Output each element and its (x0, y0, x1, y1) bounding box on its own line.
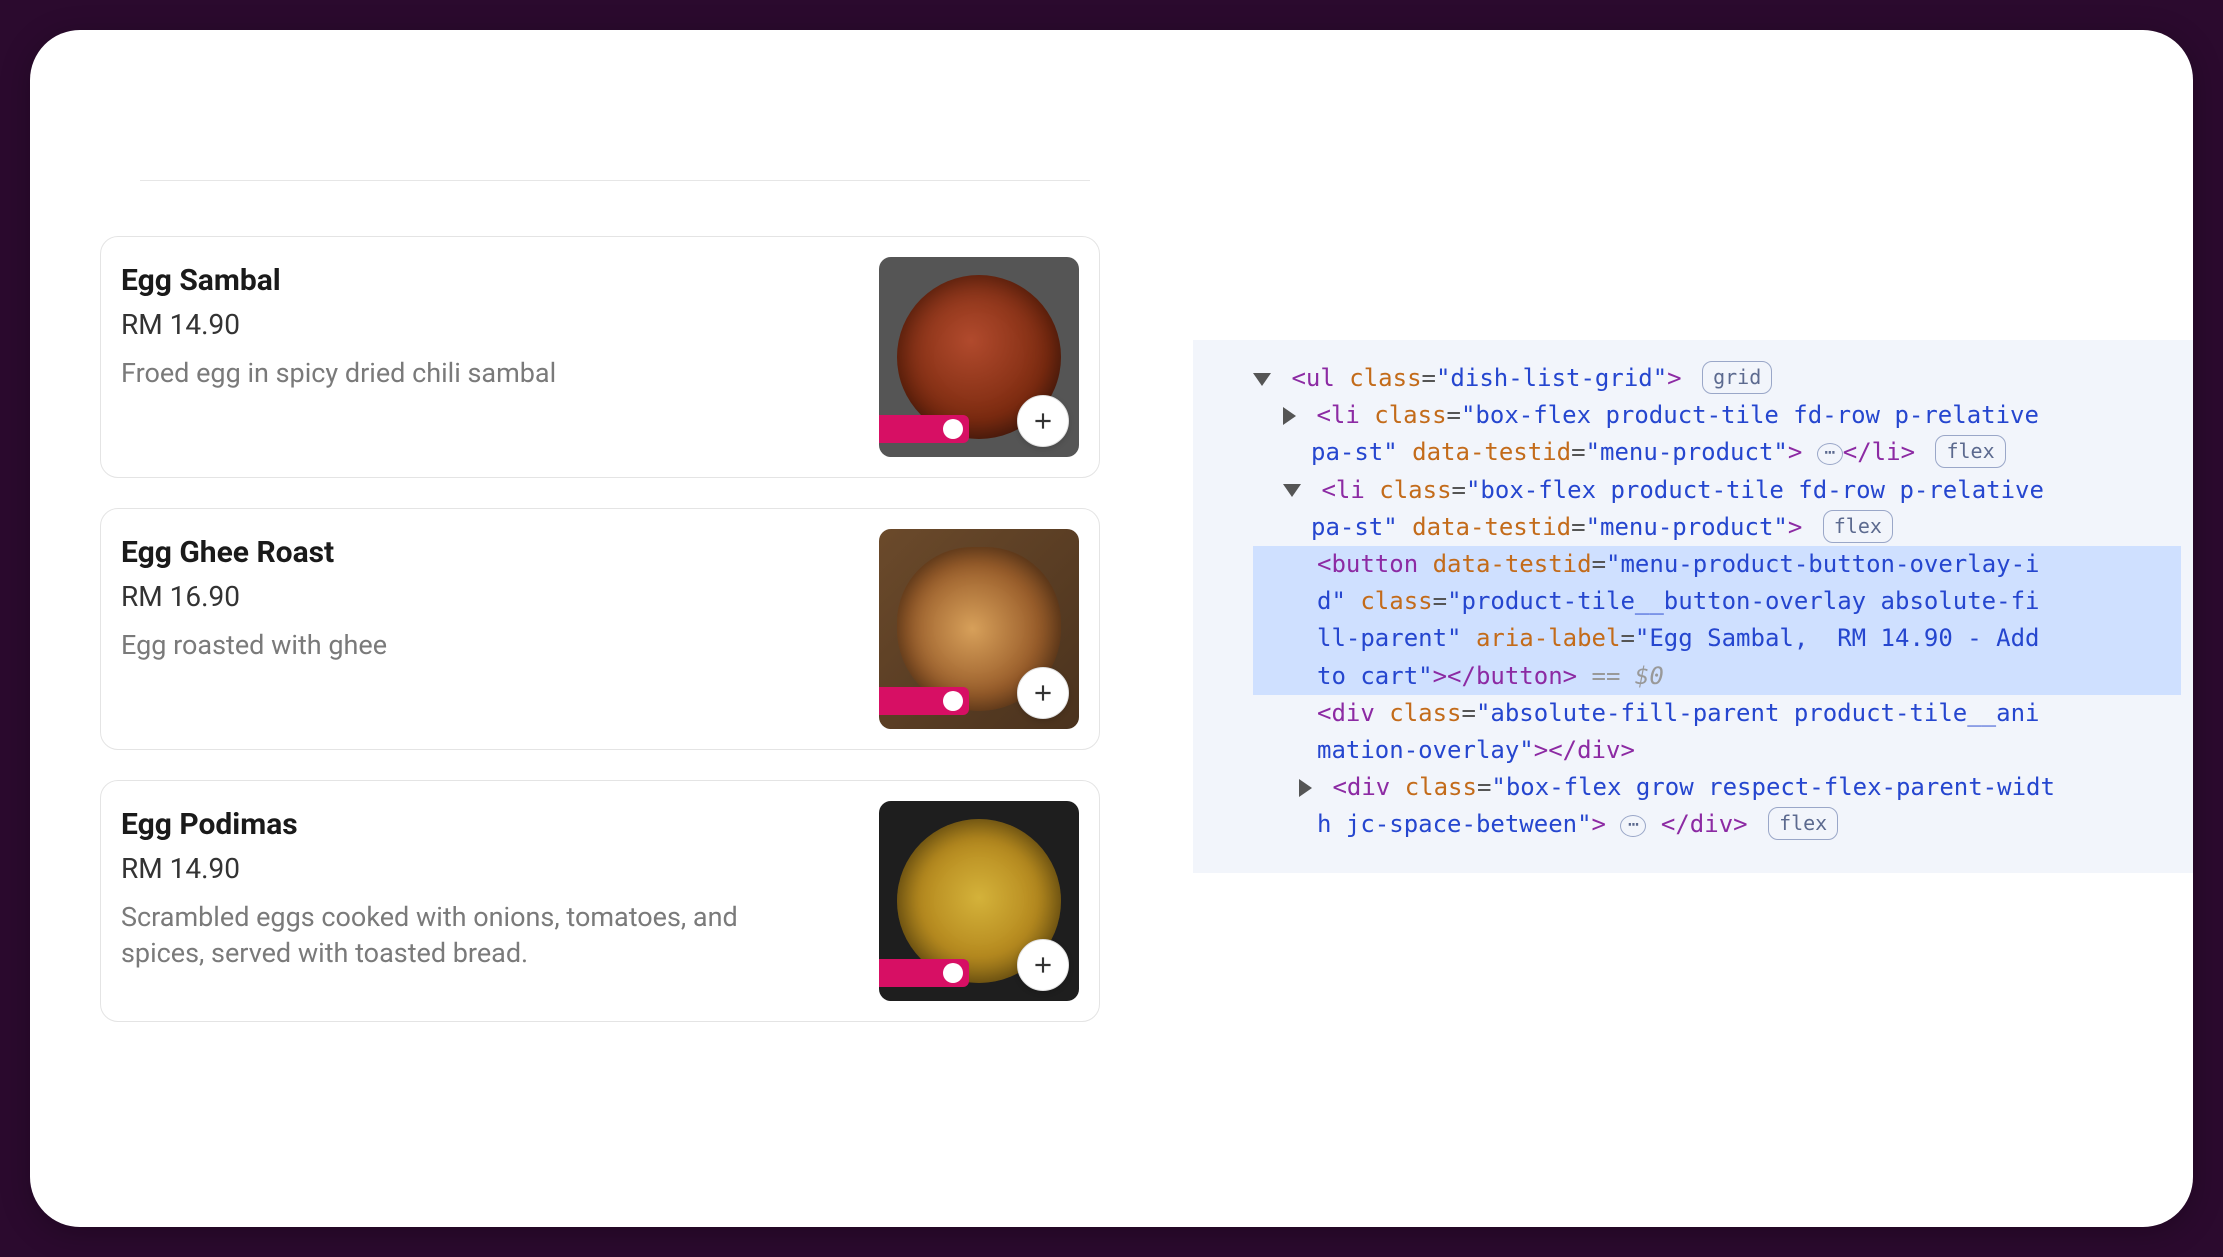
plus-icon (1030, 680, 1056, 706)
dish-price: RM 14.90 (121, 852, 801, 885)
attr-value: dish-list-grid (1450, 364, 1652, 392)
dish-price: RM 16.90 (121, 580, 387, 613)
dish-info: Egg Sambal RM 14.90 Froed egg in spicy d… (121, 257, 556, 391)
dish-info: Egg Ghee Roast RM 16.90 Egg roasted with… (121, 529, 387, 663)
add-to-cart-button[interactable] (1017, 667, 1069, 719)
attr-value: menu-product (1600, 438, 1773, 466)
dish-info: Egg Podimas RM 14.90 Scrambled eggs cook… (121, 801, 801, 972)
brand-badge (879, 959, 969, 987)
menu-panel: Egg Sambal RM 14.90 Froed egg in spicy d… (100, 180, 1120, 1022)
dish-image-container (879, 801, 1079, 1001)
layout-badge: grid (1702, 361, 1772, 394)
dish-price: RM 14.90 (121, 308, 556, 341)
devtools-selected-line[interactable]: d" class="product-tile__button-overlay a… (1253, 583, 2181, 620)
selected-node-marker: == $0 (1592, 662, 1664, 690)
ellipsis-icon[interactable]: ⋯ (1817, 443, 1843, 465)
devtools-selected-line[interactable]: ll-parent" aria-label="Egg Sambal, RM 14… (1253, 620, 2181, 657)
disclosure-triangle-right-icon[interactable] (1299, 779, 1312, 797)
devtools-line: <li class="box-flex product-tile fd-row … (1253, 472, 2181, 509)
ellipsis-icon[interactable]: ⋯ (1620, 815, 1646, 837)
dish-description: Egg roasted with ghee (121, 627, 387, 663)
presentation-slide: Egg Sambal RM 14.90 Froed egg in spicy d… (30, 30, 2193, 1227)
devtools-line: pa-st" data-testid="menu-product"> flex (1253, 509, 2181, 546)
dish-image-container (879, 257, 1079, 457)
devtools-line: mation-overlay"></div> (1253, 732, 2181, 769)
dish-description: Froed egg in spicy dried chili sambal (121, 355, 556, 391)
dish-item[interactable]: Egg Ghee Roast RM 16.90 Egg roasted with… (100, 508, 1100, 750)
dish-name: Egg Ghee Roast (121, 535, 387, 570)
devtools-panel: <ul class="dish-list-grid"> grid <li cla… (1193, 340, 2193, 873)
brand-badge (879, 687, 969, 715)
disclosure-triangle-down-icon[interactable] (1253, 373, 1271, 386)
devtools-line: h jc-space-between"> ⋯ </div> flex (1253, 806, 2181, 843)
dish-name: Egg Podimas (121, 807, 801, 842)
dish-description: Scrambled eggs cooked with onions, tomat… (121, 899, 801, 972)
add-to-cart-button[interactable] (1017, 939, 1069, 991)
disclosure-triangle-right-icon[interactable] (1283, 407, 1296, 425)
dish-item[interactable]: Egg Sambal RM 14.90 Froed egg in spicy d… (100, 236, 1100, 478)
disclosure-triangle-down-icon[interactable] (1283, 484, 1301, 497)
attr-value: menu-product (1600, 513, 1773, 541)
dish-name: Egg Sambal (121, 263, 556, 298)
devtools-line: pa-st" data-testid="menu-product"> ⋯</li… (1253, 434, 2181, 471)
dish-item[interactable]: Egg Podimas RM 14.90 Scrambled eggs cook… (100, 780, 1100, 1022)
devtools-selected-line[interactable]: <button data-testid="menu-product-button… (1253, 546, 2181, 583)
devtools-line: <div class="absolute-fill-parent product… (1253, 695, 2181, 732)
devtools-line: <ul class="dish-list-grid"> grid (1253, 360, 2181, 397)
dish-list: Egg Sambal RM 14.90 Froed egg in spicy d… (100, 236, 1120, 1022)
dish-image-container (879, 529, 1079, 729)
brand-badge (879, 415, 969, 443)
layout-badge: flex (1823, 510, 1893, 543)
section-divider (140, 180, 1090, 181)
devtools-line: <li class="box-flex product-tile fd-row … (1253, 397, 2181, 434)
plus-icon (1030, 408, 1056, 434)
devtools-selected-line[interactable]: to cart"></button> == $0 (1253, 658, 2181, 695)
devtools-line: <div class="box-flex grow respect-flex-p… (1253, 769, 2181, 806)
plus-icon (1030, 952, 1056, 978)
layout-badge: flex (1768, 807, 1838, 840)
add-to-cart-button[interactable] (1017, 395, 1069, 447)
layout-badge: flex (1935, 435, 2005, 468)
